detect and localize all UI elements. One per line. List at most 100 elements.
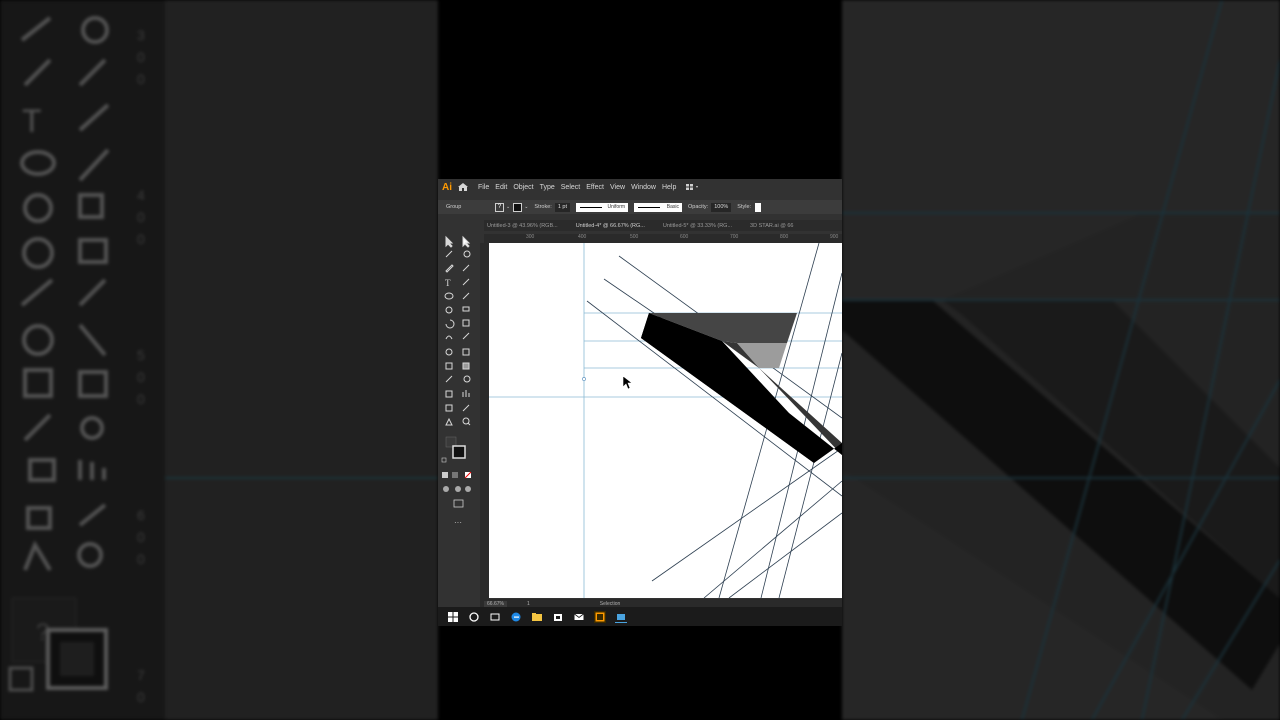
svg-text:T: T — [445, 278, 451, 288]
recorder-app-icon[interactable] — [615, 611, 627, 623]
opacity-field[interactable]: 100% — [711, 202, 732, 212]
draw-normal-icon — [443, 486, 449, 492]
gradient-mode-icon — [452, 472, 458, 478]
control-bar: Group ? ⌄ ⌄ Stroke: 1 pt Uniform Basic O… — [438, 200, 842, 214]
stroke-label[interactable]: Stroke: — [534, 204, 551, 210]
eyedropper-icon — [445, 375, 453, 383]
eraser-icon — [462, 306, 470, 312]
stroke-dropdown-icon[interactable]: ⌄ — [524, 204, 528, 210]
opacity-label[interactable]: Opacity: — [688, 204, 708, 210]
svg-text:4: 4 — [137, 187, 145, 203]
color-mode-icon — [442, 472, 448, 478]
menu-object[interactable]: Object — [513, 184, 533, 191]
svg-text:0: 0 — [137, 71, 145, 87]
ruler-tick: 800 — [780, 234, 789, 240]
pen-tool-icon — [445, 264, 454, 273]
menu-file[interactable]: File — [478, 184, 489, 191]
svg-text:T: T — [22, 103, 42, 139]
fill-dropdown-icon[interactable]: ⌄ — [506, 204, 510, 210]
windows-start-icon[interactable] — [447, 611, 459, 623]
warp-tool-icon — [445, 335, 453, 340]
menu-help[interactable]: Help — [662, 184, 676, 191]
magic-wand-icon — [445, 250, 453, 258]
edit-toolbar-icon: ··· — [454, 518, 462, 527]
menu-select[interactable]: Select — [561, 184, 580, 191]
perspective-line — [728, 512, 842, 598]
shaper-tool-icon — [445, 306, 453, 314]
blend-tool-icon — [463, 375, 471, 383]
workspace-switcher-icon[interactable] — [686, 183, 700, 191]
artboard-canvas[interactable] — [489, 243, 842, 598]
svg-text:0: 0 — [137, 369, 145, 385]
svg-text:0: 0 — [137, 689, 145, 705]
tab-untitled-4[interactable]: Untitled-4* @ 66.67% (RG... — [576, 223, 645, 229]
svg-text:0: 0 — [137, 551, 145, 567]
store-icon[interactable] — [552, 611, 564, 623]
draw-inside-icon — [465, 486, 471, 492]
perspective-line — [703, 480, 842, 598]
tools-panel: T ··· — [438, 235, 484, 601]
slice-tool-icon — [462, 404, 470, 412]
symbol-sprayer-icon — [445, 390, 453, 398]
artboard-page-field[interactable]: 1 — [527, 601, 530, 607]
stroke-swatch[interactable] — [513, 202, 523, 212]
brush-select[interactable]: Basic — [634, 202, 683, 212]
lasso-icon — [463, 250, 471, 258]
gradient-tool-icon — [462, 362, 470, 370]
file-explorer-icon[interactable] — [531, 611, 543, 623]
fill-swatch[interactable]: ? — [495, 202, 504, 212]
svg-text:0: 0 — [137, 209, 145, 225]
vertical-ruler — [480, 243, 489, 599]
tab-3d-star[interactable]: 3D STAR.ai @ 66 — [750, 223, 793, 229]
ruler-tick: 500 — [630, 234, 639, 240]
style-swatch[interactable] — [755, 202, 762, 212]
svg-text:6: 6 — [137, 507, 145, 523]
screen-mode-icon — [453, 499, 464, 508]
video-frame: T 3 0 0 4 0 0 5 0 0 6 0 0 7 0 ? Ai File … — [0, 0, 1280, 720]
ruler-tick: 900 — [830, 234, 839, 240]
stroke-weight-field[interactable]: 1 pt — [554, 202, 571, 212]
arrow-cursor-icon — [622, 375, 633, 390]
scale-tool-icon — [462, 319, 470, 327]
mesh-tool-icon — [445, 362, 453, 370]
menu-edit[interactable]: Edit — [495, 184, 507, 191]
selection-tool-icon — [445, 235, 454, 248]
illustrator-taskbar-icon[interactable] — [594, 610, 606, 623]
style-label[interactable]: Style: — [737, 204, 751, 210]
shape-builder-icon — [445, 348, 453, 356]
cortana-icon[interactable] — [468, 611, 480, 623]
artboard-tool-icon — [445, 404, 453, 412]
menu-type[interactable]: Type — [540, 184, 555, 191]
graph-tool-icon — [462, 390, 470, 397]
menu-effect[interactable]: Effect — [586, 184, 604, 191]
tab-untitled-3[interactable]: Untitled-3 @ 43.96% (RGB... — [487, 223, 558, 229]
svg-text:0: 0 — [137, 49, 145, 65]
paintbrush-icon — [462, 292, 470, 300]
blurred-canvas-backdrop — [842, 0, 1280, 720]
mail-icon[interactable] — [573, 611, 585, 623]
ellipse-tool-icon — [444, 292, 454, 300]
ruler-tick: 300 — [526, 234, 535, 240]
direct-selection-tool-icon — [462, 235, 471, 248]
svg-text:5: 5 — [137, 347, 145, 363]
menu-window[interactable]: Window — [631, 184, 656, 191]
edge-browser-icon[interactable] — [510, 611, 522, 623]
windows-taskbar — [438, 607, 842, 626]
home-icon[interactable] — [456, 182, 470, 192]
perspective-line — [778, 352, 842, 598]
horizontal-ruler: 300 400 500 600 700 800 900 — [484, 234, 842, 243]
rotate-tool-icon — [445, 319, 455, 329]
zoom-field[interactable]: 66.67% — [484, 600, 507, 607]
task-view-icon[interactable] — [489, 611, 501, 623]
svg-text:0: 0 — [137, 529, 145, 545]
svg-text:7: 7 — [137, 667, 145, 683]
stroke-color-icon — [452, 445, 466, 459]
svg-text:0: 0 — [137, 231, 145, 247]
menu-bar: Ai File Edit Object Type Select Effect V… — [438, 179, 842, 195]
draw-behind-icon — [455, 486, 461, 492]
tab-untitled-5[interactable]: Untitled-5* @ 33.33% (RG... — [663, 223, 732, 229]
stroke-profile-select[interactable]: Uniform — [576, 202, 629, 212]
ruler-tick: 400 — [578, 234, 587, 240]
selection-type-label: Group — [446, 204, 462, 210]
menu-view[interactable]: View — [610, 184, 625, 191]
